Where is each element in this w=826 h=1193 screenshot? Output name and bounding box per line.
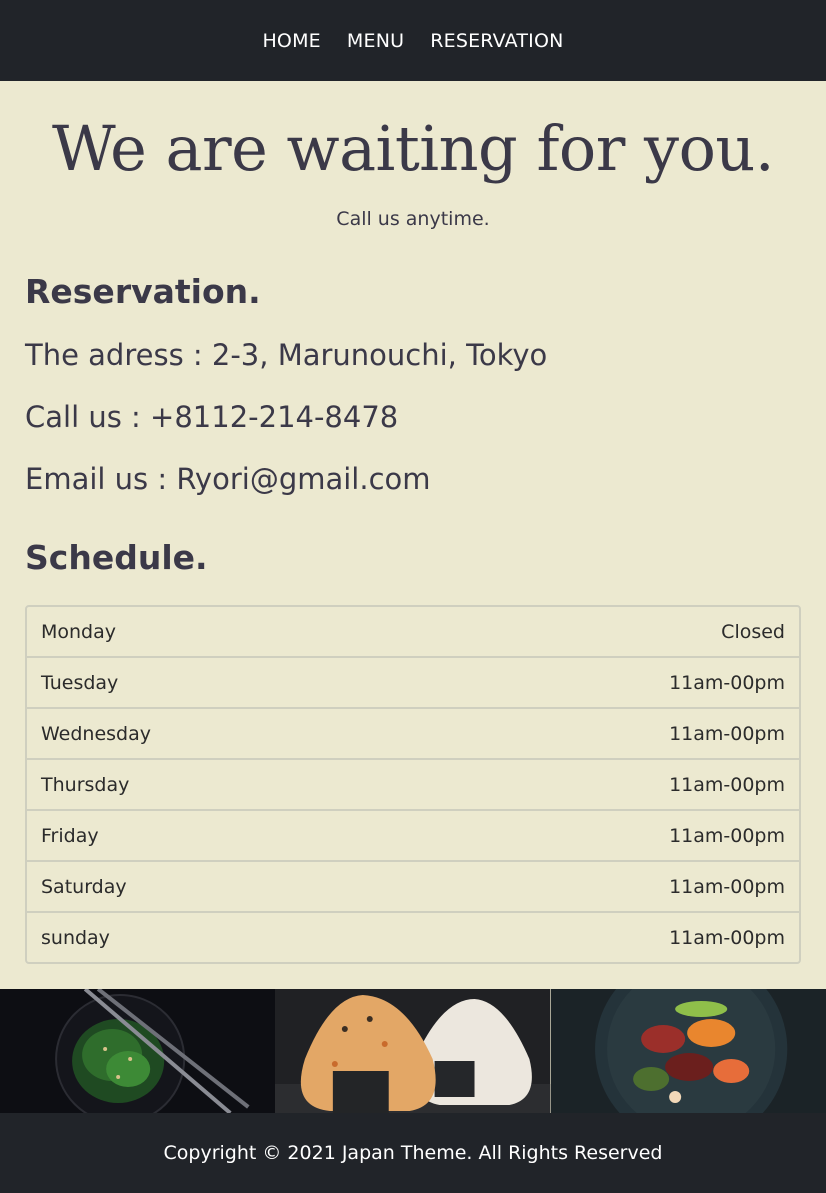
nav-home-link[interactable]: HOME [262, 30, 320, 52]
hero-title: We are waiting for you. [51, 112, 775, 185]
table-row: sunday 11am-00pm [27, 913, 799, 962]
schedule-day: Tuesday [41, 671, 119, 694]
phone-text: Call us : +8112-214-8478 [25, 400, 399, 434]
hero-subtitle: Call us anytime. [336, 208, 490, 230]
schedule-day: sunday [41, 926, 110, 949]
table-row: Thursday 11am-00pm [27, 760, 799, 811]
schedule-day: Friday [41, 824, 99, 847]
table-row: Tuesday 11am-00pm [27, 658, 799, 709]
schedule-day: Wednesday [41, 722, 152, 745]
schedule-hours: 11am-00pm [669, 671, 785, 694]
table-row: Monday Closed [27, 607, 799, 658]
schedule-hours: 11am-00pm [669, 722, 785, 745]
reservation-heading: Reservation. [25, 272, 261, 311]
schedule-hours: 11am-00pm [669, 875, 785, 898]
copyright-text: Copyright © 2021 Japan Theme. All Rights… [163, 1142, 663, 1164]
schedule-hours: 11am-00pm [669, 824, 785, 847]
table-row: Saturday 11am-00pm [27, 862, 799, 913]
schedule-day: Monday [41, 620, 117, 643]
seaweed-salad-image [0, 989, 276, 1113]
page-footer: Copyright © 2021 Japan Theme. All Rights… [0, 1113, 826, 1193]
schedule-hours: Closed [721, 620, 785, 643]
nav-reservation-link[interactable]: RESERVATION [430, 30, 563, 52]
onigiri-image [275, 989, 551, 1113]
address-text: The adress : 2-3, Marunouchi, Tokyo [25, 338, 548, 372]
schedule-heading: Schedule. [25, 538, 208, 577]
schedule-hours: 11am-00pm [669, 773, 785, 796]
schedule-day: Thursday [41, 773, 130, 796]
nav-menu-link[interactable]: MENU [347, 30, 404, 52]
schedule-hours: 11am-00pm [669, 926, 785, 949]
schedule-table: Monday Closed Tuesday 11am-00pm Wednesda… [25, 605, 801, 964]
schedule-day: Saturday [41, 875, 127, 898]
top-navbar: HOME MENU RESERVATION [0, 0, 826, 81]
table-row: Friday 11am-00pm [27, 811, 799, 862]
email-text: Email us : Ryori@gmail.com [25, 462, 431, 496]
sashimi-bowl-image [550, 989, 826, 1113]
table-row: Wednesday 11am-00pm [27, 709, 799, 760]
food-gallery [0, 989, 826, 1113]
